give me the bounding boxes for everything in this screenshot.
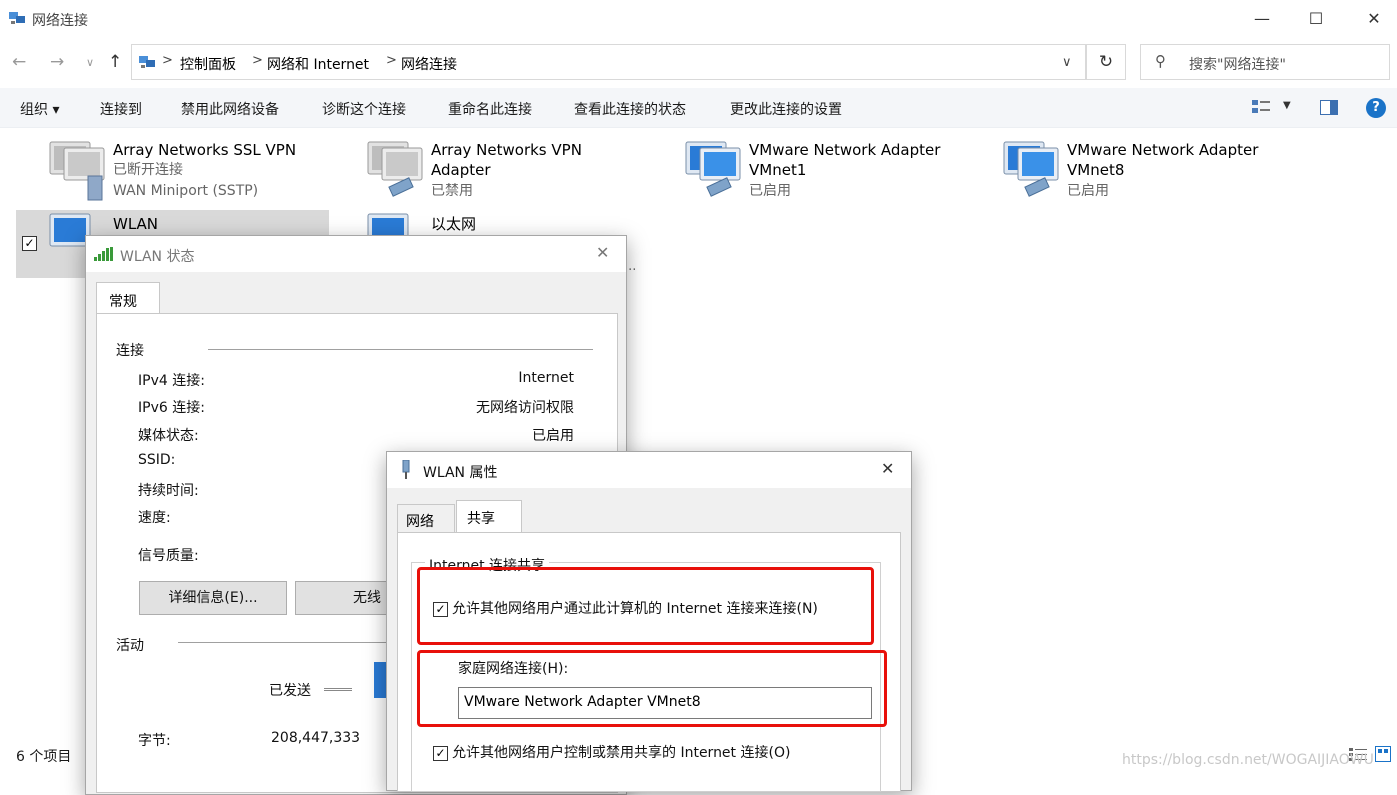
allow-control-label[interactable]: 允许其他网络用户控制或禁用共享的 Internet 连接(O): [452, 742, 790, 762]
dialog-title: WLAN 属性: [423, 465, 498, 481]
bytes-sent-value: 208,447,333: [271, 730, 361, 746]
breadcrumb-separator-icon: >: [162, 53, 173, 68]
item-status: 已启用: [749, 183, 791, 199]
item-status: 已禁用: [431, 183, 473, 199]
search-icon: ⚲: [1155, 52, 1166, 70]
address-bar[interactable]: > 控制面板 > 网络和 Internet > 网络连接 ∨: [131, 44, 1086, 80]
media-state-label: 媒体状态:: [138, 428, 199, 444]
dialog-title-bar: WLAN 属性 ✕: [387, 452, 911, 488]
item-title[interactable]: Array Networks VPN: [431, 140, 582, 160]
ipv6-label: IPv6 连接:: [138, 400, 205, 416]
search-input[interactable]: 搜索"网络连接": [1189, 54, 1286, 74]
command-bar: 组织 ▾ 连接到 禁用此网络设备 诊断这个连接 重命名此连接 查看此连接的状态 …: [0, 88, 1397, 128]
network-adapter-icon: [685, 141, 741, 197]
back-icon[interactable]: ←: [12, 52, 26, 72]
diagnose-button[interactable]: 诊断这个连接: [322, 99, 406, 119]
view-dropdown-icon[interactable]: ▼: [1283, 100, 1291, 111]
organize-menu[interactable]: 组织 ▾: [20, 99, 59, 119]
address-dropdown-icon[interactable]: ∨: [1062, 55, 1072, 70]
item-title[interactable]: VMware Network Adapter: [749, 140, 940, 160]
activity-section-label: 活动: [116, 638, 144, 654]
close-icon[interactable]: ✕: [596, 243, 609, 262]
tab-sharing[interactable]: 共享: [456, 500, 522, 533]
window-title: 网络连接: [32, 13, 88, 29]
close-button[interactable]: ✕: [1354, 6, 1394, 32]
item-title-line2[interactable]: VMnet8: [1067, 160, 1124, 180]
title-bar: 网络连接 — ☐ ✕: [0, 0, 1397, 38]
media-state-value: 已启用: [532, 428, 574, 444]
network-connections-icon: [9, 12, 25, 24]
item-title[interactable]: VMware Network Adapter: [1067, 140, 1258, 160]
speed-label: 速度:: [138, 510, 171, 526]
disabled-adapter-icon: [367, 141, 423, 197]
section-divider: [208, 349, 593, 350]
tab-network[interactable]: 网络: [397, 504, 455, 532]
close-icon[interactable]: ✕: [881, 459, 894, 478]
breadcrumb-separator-icon: >: [386, 53, 397, 68]
breadcrumb-network-internet[interactable]: 网络和 Internet: [267, 54, 369, 74]
breadcrumb-control-panel[interactable]: 控制面板: [180, 54, 236, 74]
rename-button[interactable]: 重命名此连接: [448, 99, 532, 119]
connect-to-button[interactable]: 连接到: [100, 99, 142, 119]
ipv6-value: 无网络访问权限: [476, 400, 574, 416]
disable-device-button[interactable]: 禁用此网络设备: [181, 99, 279, 119]
network-adapter-icon: [1003, 141, 1059, 197]
sent-label: 已发送: [269, 683, 311, 699]
section-divider: [178, 642, 388, 643]
change-settings-button[interactable]: 更改此连接的设置: [730, 99, 842, 119]
signal-strength-icon: [94, 247, 113, 261]
forward-icon[interactable]: →: [50, 52, 64, 72]
watermark: https://blog.csdn.net/WOGAIJIAOWU: [1122, 752, 1374, 768]
maximize-button[interactable]: ☐: [1296, 6, 1336, 32]
item-title[interactable]: Array Networks SSL VPN: [113, 140, 296, 160]
search-box[interactable]: ⚲ 搜索"网络连接": [1140, 44, 1390, 80]
minimize-button[interactable]: —: [1242, 6, 1282, 32]
help-icon[interactable]: ?: [1366, 98, 1386, 118]
connection-section-label: 连接: [116, 343, 144, 359]
item-title-line2[interactable]: Adapter: [431, 160, 491, 180]
preview-pane-icon[interactable]: [1320, 100, 1338, 115]
ssid-label: SSID:: [138, 452, 176, 468]
item-title-line2[interactable]: VMnet1: [749, 160, 806, 180]
sent-indicator: [324, 688, 352, 691]
refresh-button[interactable]: ↻: [1086, 44, 1126, 80]
view-status-button[interactable]: 查看此连接的状态: [574, 99, 686, 119]
item-title[interactable]: WLAN: [113, 214, 158, 234]
view-options-icon[interactable]: [1252, 100, 1270, 114]
details-button[interactable]: 详细信息(E)...: [139, 581, 287, 615]
up-icon[interactable]: ↑: [108, 52, 122, 72]
item-checkbox[interactable]: ✓: [22, 236, 37, 251]
signal-quality-label: 信号质量:: [138, 548, 199, 564]
item-status: 已断开连接: [113, 162, 183, 178]
recent-dropdown-icon[interactable]: ∨: [86, 56, 94, 69]
item-device: WAN Miniport (SSTP): [113, 183, 259, 199]
allow-control-checkbox[interactable]: ✓: [433, 746, 448, 761]
breadcrumb-separator-icon: >: [252, 53, 263, 68]
vpn-connection-icon: [49, 141, 105, 201]
dialog-title: WLAN 状态: [120, 249, 195, 265]
navigation-bar: ← → ∨ ↑ > 控制面板 > 网络和 Internet > 网络连接 ∨ ↻…: [0, 38, 1397, 88]
duration-label: 持续时间:: [138, 483, 199, 499]
annotation-highlight-home-network: [417, 650, 887, 727]
breadcrumb-network-connections[interactable]: 网络连接: [401, 54, 457, 74]
item-title[interactable]: 以太网: [431, 214, 476, 234]
wlan-properties-dialog: WLAN 属性 ✕ 网络 共享 Internet 连接共享 ✓ 允许其他网络用户…: [386, 451, 912, 792]
network-adapter-icon: [402, 460, 410, 479]
ipv4-value: Internet: [518, 370, 574, 386]
annotation-highlight-sharing: [417, 567, 874, 645]
control-panel-icon: [139, 56, 155, 68]
large-icons-view-icon[interactable]: [1375, 746, 1391, 762]
ipv4-label: IPv4 连接:: [138, 373, 205, 389]
item-count: 6 个项目: [16, 749, 72, 765]
bytes-label: 字节:: [138, 733, 171, 749]
dialog-title-bar: WLAN 状态 ✕: [86, 236, 626, 272]
item-status: 已启用: [1067, 183, 1109, 199]
tab-general[interactable]: 常规: [96, 282, 160, 314]
